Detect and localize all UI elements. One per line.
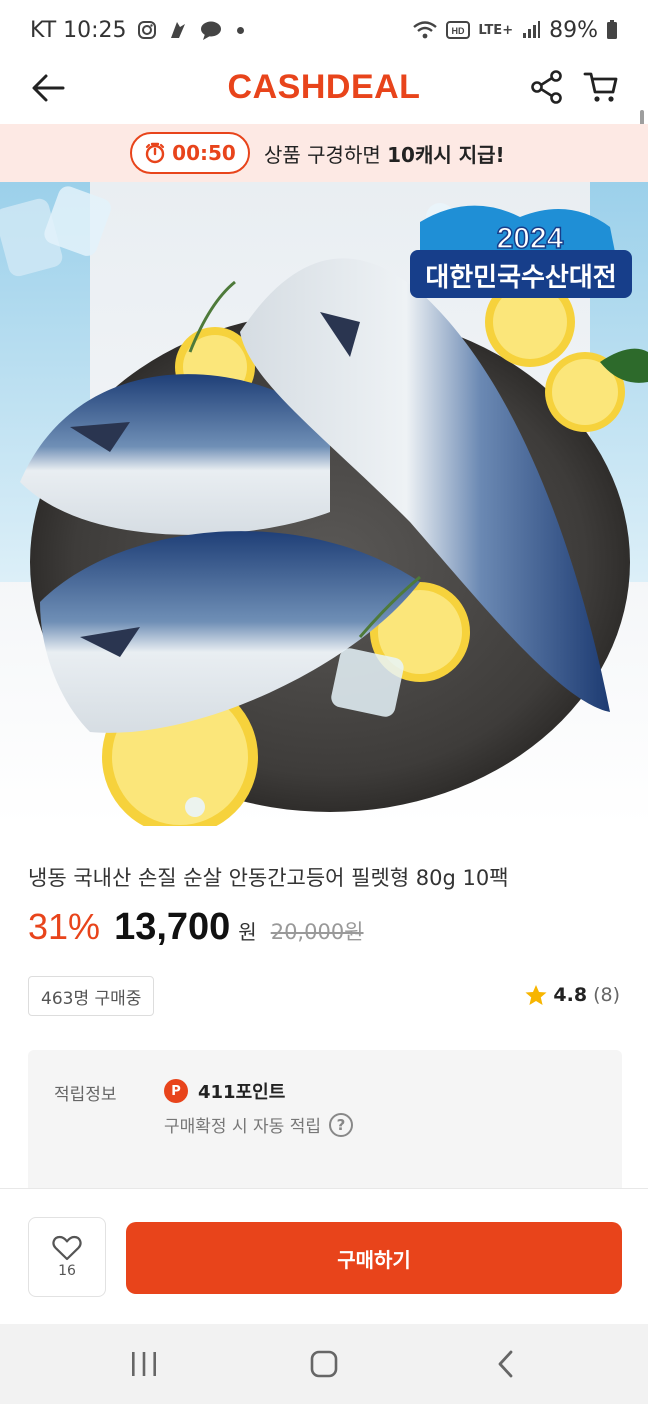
review-count: (8) [593,984,620,1006]
share-button[interactable] [526,66,568,108]
buy-button[interactable]: 구매하기 [126,1222,622,1294]
countdown-timer: 00:50 [130,132,250,174]
points-amount: 411포인트 [198,1082,286,1103]
chat-bubble-icon [199,19,223,41]
system-nav-bar [0,1324,648,1404]
promo-reward: 10캐시 지급! [387,143,505,167]
discount-rate: 31% [28,906,101,947]
like-count: 16 [58,1263,76,1279]
status-time: KT 10:25 [30,17,127,43]
home-button[interactable] [294,1344,354,1384]
cart-button[interactable] [580,66,622,108]
original-price: 20,000원 [270,920,364,944]
status-bar: KT 10:25 HD LTE+ 89% [0,0,648,60]
hd-voice-icon: HD [446,20,471,40]
currency-unit: 원 [238,920,257,944]
battery-icon [606,20,618,40]
points-value: P 411포인트 [164,1078,285,1104]
recent-apps-button[interactable] [114,1344,174,1384]
points-label: 적립정보 [54,1085,117,1105]
app-notification-icon [167,19,189,41]
price-row: 31% 13,700 원 20,000원 [28,906,364,949]
svg-text:HD: HD [452,26,465,36]
recent-apps-icon [132,1352,156,1376]
app-header: CASHDEAL [0,60,648,205]
product-title: 냉동 국내산 손질 순살 안동간고등어 필렛형 80g 10팩 [28,866,509,890]
cash-promo-banner[interactable]: 00:50 상품 구경하면 10캐시 지급! [0,124,648,182]
sale-price: 13,700 [114,906,231,948]
star-icon [525,985,547,1005]
points-info: 적립정보 P 411포인트 구매확정 시 자동 적립 ? [28,1050,622,1200]
more-notifications-dot [236,26,244,34]
back-chevron-icon [498,1350,513,1378]
help-icon[interactable]: ? [328,1112,353,1137]
point-icon: P [164,1079,188,1103]
rating[interactable]: 4.8 (8) [525,984,620,1006]
network-type: LTE+ [478,22,514,38]
points-note: 구매확정 시 자동 적립 ? [164,1112,353,1137]
bottom-action-bar: 16 구매하기 [0,1188,648,1324]
rating-score: 4.8 [553,984,588,1006]
signal-icon [521,20,541,40]
timer-value: 00:50 [172,141,236,165]
badge-title: 대한민국수산대전 [425,263,616,293]
product-image[interactable]: 2024 대한민국수산대전 [0,182,648,826]
back-nav-button[interactable] [476,1344,536,1384]
buyers-badge: 463명 구매중 [28,976,155,1016]
wifi-icon [412,20,438,40]
stopwatch-icon [145,142,165,164]
share-icon [531,70,562,104]
like-button[interactable]: 16 [28,1217,106,1297]
heart-icon [52,1235,82,1261]
promo-message: 상품 구경하면 10캐시 지급! [264,143,505,167]
battery-percent: 89% [549,17,598,43]
cart-icon [583,72,618,102]
home-icon [310,1350,338,1378]
badge-year: 2024 [497,222,564,255]
instagram-icon [137,20,157,40]
